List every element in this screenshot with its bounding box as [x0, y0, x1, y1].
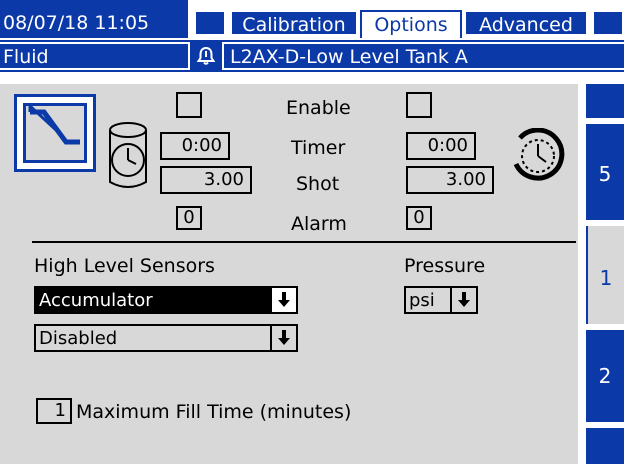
barrel-timer-icon: [104, 116, 156, 196]
sidebar-button-5-label: 5: [598, 162, 612, 186]
left-shot-value: 3.00: [203, 169, 244, 190]
tab-options-label: Options: [374, 14, 448, 36]
max-fill-time-value: 1: [54, 400, 66, 421]
alarm-label: Alarm: [291, 213, 347, 235]
tab-options[interactable]: Options: [360, 10, 462, 38]
sensor-select-value: Accumulator: [39, 290, 153, 311]
sensor-mode-dropdown-arrow[interactable]: [270, 326, 296, 350]
blank-tab[interactable]: [194, 10, 226, 36]
left-alarm-value: 0: [183, 207, 195, 228]
pressure-unit-select[interactable]: psi: [404, 286, 478, 314]
sidebar-button-2[interactable]: 2: [586, 330, 624, 422]
alarm-message: L2AX-D-Low Level Tank A: [222, 42, 624, 70]
timer-label: Timer: [291, 137, 346, 159]
screen-name-label: Fluid: [3, 46, 49, 68]
sidebar-up-button[interactable]: [586, 84, 624, 118]
left-enable-checkbox[interactable]: [176, 92, 202, 118]
screen-name: Fluid: [0, 42, 190, 70]
cycle-timer-icon: [508, 127, 568, 184]
sidebar-button-1[interactable]: 1: [586, 226, 624, 324]
sidebar-button-2-label: 2: [598, 364, 612, 388]
section-divider: [32, 241, 576, 243]
tab-calibration[interactable]: Calibration: [230, 10, 358, 36]
left-timer-value: 0:00: [181, 135, 222, 156]
datetime-display: 08/07/18 11:05: [0, 0, 190, 38]
datetime-text: 08/07/18 11:05: [3, 12, 150, 34]
sidebar-down-button[interactable]: [586, 428, 624, 464]
tank-level-icon: [23, 102, 87, 163]
tab-calibration-label: Calibration: [242, 14, 346, 36]
sidebar-button-1-label: 1: [599, 266, 613, 290]
pressure-label: Pressure: [404, 255, 486, 277]
options-panel: 0:00 3.00 0 Enable Timer Shot Alarm 0:00: [0, 84, 578, 464]
left-timer-input[interactable]: 0:00: [160, 132, 230, 160]
right-alarm-input[interactable]: 0: [406, 206, 432, 230]
right-enable-checkbox[interactable]: [406, 92, 432, 118]
sensor-mode-select[interactable]: Disabled: [34, 324, 298, 352]
enable-label: Enable: [286, 97, 351, 119]
alarm-bell-icon: [193, 44, 219, 68]
max-fill-time-label: Maximum Fill Time (minutes): [76, 401, 352, 423]
sensor-mode-value: Disabled: [39, 328, 118, 349]
right-alarm-value: 0: [413, 207, 425, 228]
tank-level-button[interactable]: [14, 94, 96, 172]
left-alarm-input[interactable]: 0: [176, 206, 202, 230]
sensor-select[interactable]: Accumulator: [34, 286, 298, 314]
pressure-dropdown-arrow[interactable]: [450, 288, 476, 312]
right-timer-value: 0:00: [427, 135, 468, 156]
alarm-message-text: L2AX-D-Low Level Tank A: [230, 46, 468, 68]
tab-advanced-label: Advanced: [479, 14, 573, 36]
right-timer-input[interactable]: 0:00: [406, 132, 476, 160]
right-shot-value: 3.00: [445, 169, 486, 190]
sensor-dropdown-arrow[interactable]: [270, 288, 296, 312]
right-shot-input[interactable]: 3.00: [406, 166, 494, 194]
left-shot-input[interactable]: 3.00: [160, 166, 252, 194]
tab-advanced[interactable]: Advanced: [464, 10, 588, 36]
shot-label: Shot: [296, 173, 340, 195]
max-fill-time-input[interactable]: 1: [36, 398, 72, 424]
sidebar-button-5[interactable]: 5: [586, 124, 624, 220]
display-screen: 08/07/18 11:05 Calibration Options Advan…: [0, 0, 624, 464]
high-level-sensors-label: High Level Sensors: [34, 255, 215, 277]
right-header-block: [592, 10, 624, 36]
pressure-unit-value: psi: [409, 290, 435, 311]
